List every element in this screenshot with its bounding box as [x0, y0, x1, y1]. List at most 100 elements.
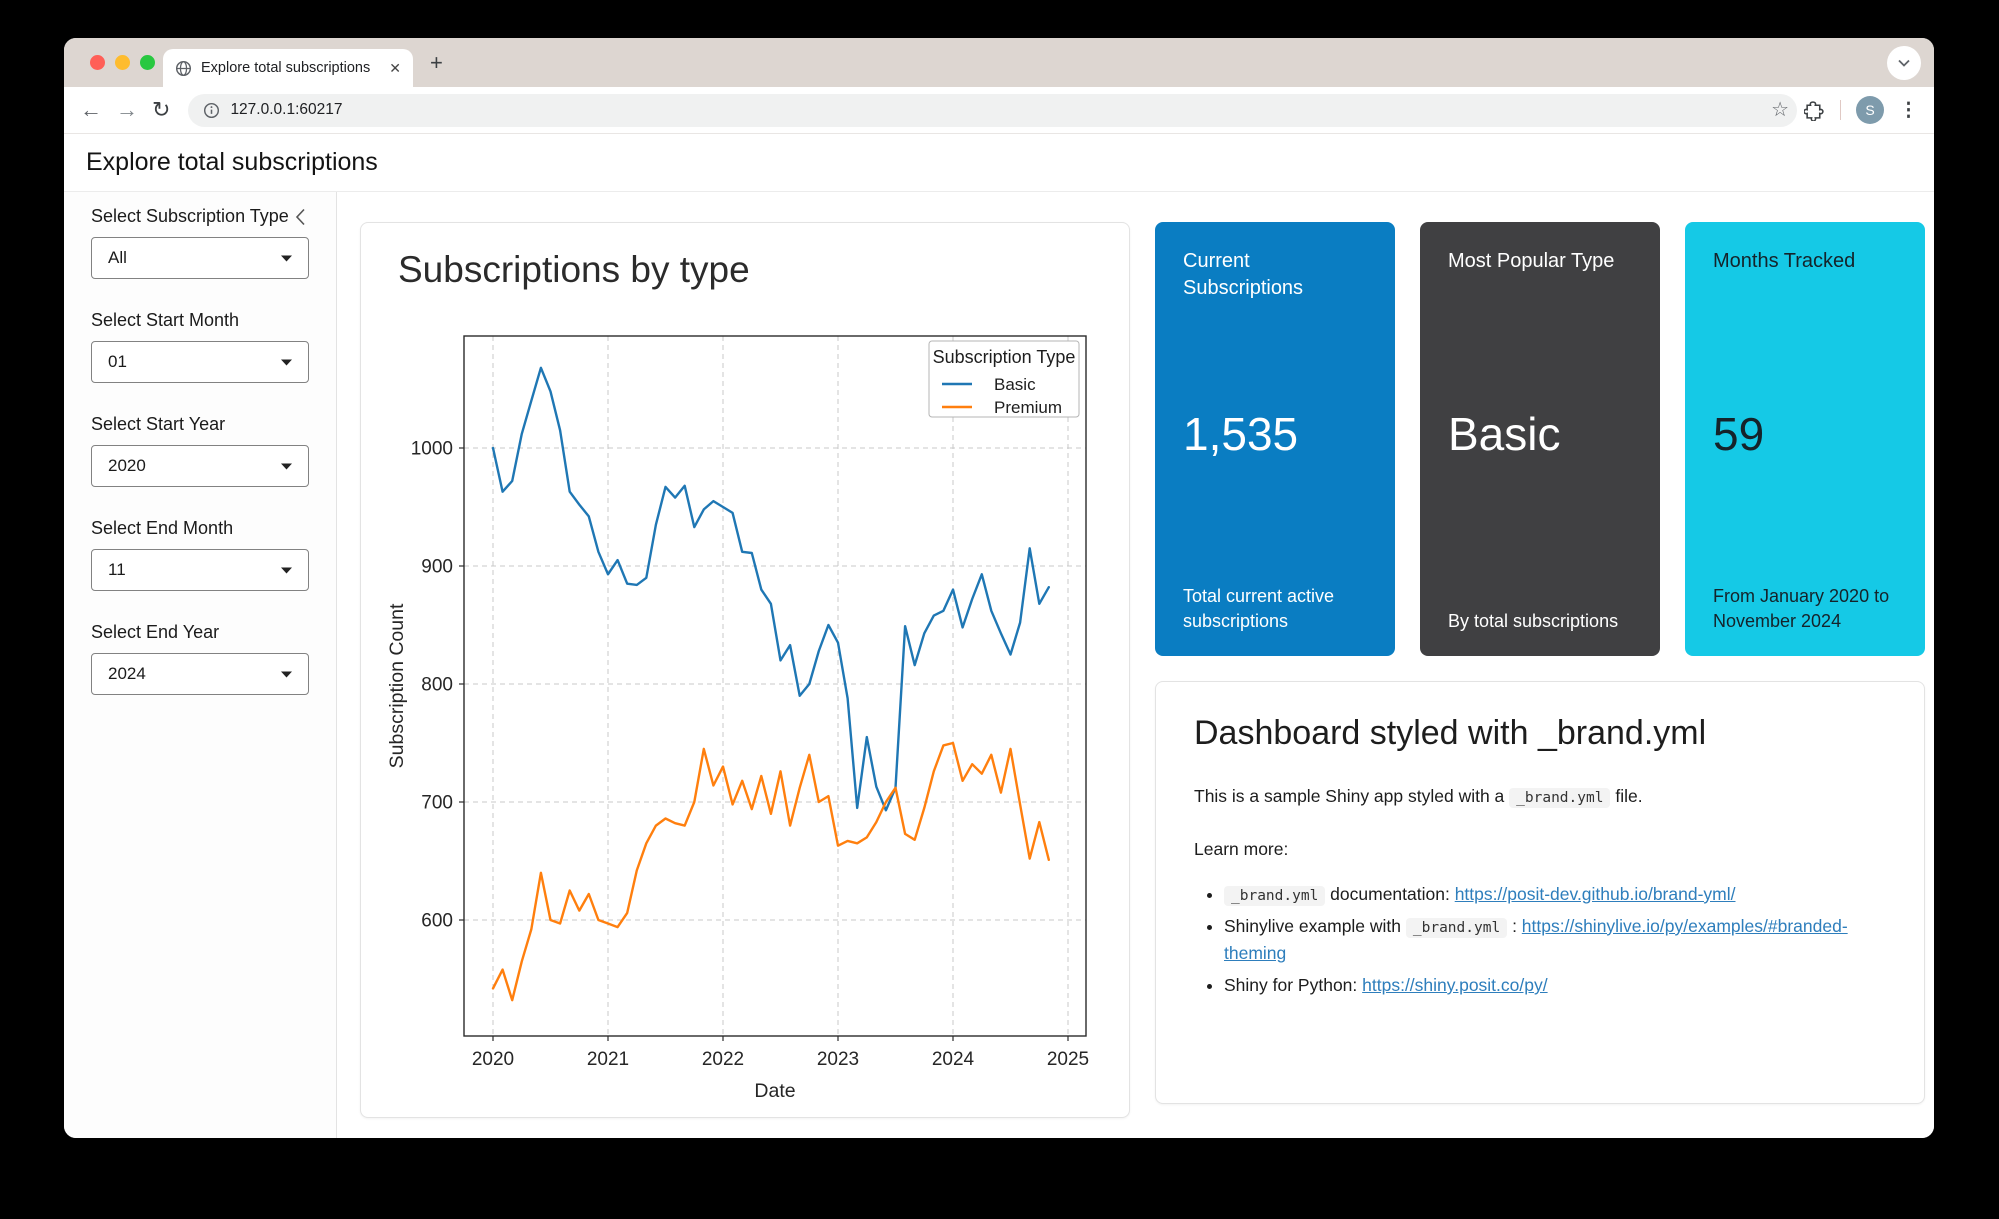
value-box: Most Popular Type Basic By total subscri…: [1420, 222, 1660, 656]
site-info-icon[interactable]: [203, 102, 220, 119]
tab-title: Explore total subscriptions: [201, 60, 380, 76]
tab-search-button[interactable]: [1887, 46, 1921, 80]
start-month-select[interactable]: 01: [91, 341, 309, 383]
select-value: 11: [108, 560, 126, 580]
select-label: Select Subscription Type: [91, 206, 309, 227]
svg-text:2024: 2024: [932, 1049, 975, 1070]
chart-card: Subscriptions by type 202020212022202320…: [360, 222, 1130, 1118]
text-segment: documentation:: [1325, 884, 1454, 904]
value-box-value: Basic: [1448, 407, 1560, 461]
svg-text:2023: 2023: [817, 1049, 859, 1070]
text-segment: Shiny for Python:: [1224, 975, 1362, 995]
bookmark-star-icon[interactable]: ☆: [1771, 100, 1789, 120]
control-start-month: Select Start Month 01: [91, 310, 309, 383]
minimize-window-button[interactable]: [115, 55, 130, 70]
subscriptions-line-chart: 2020202120222023202420256007008009001000…: [361, 223, 1131, 1119]
control-start-year: Select Start Year 2020: [91, 414, 309, 487]
extensions-icon[interactable]: [1804, 100, 1825, 121]
maximize-window-button[interactable]: [140, 55, 155, 70]
app-body: Select Subscription Type All Select Star…: [64, 192, 1934, 1138]
toolbar-actions: ☆ S ⋮: [1815, 96, 1918, 124]
svg-text:Date: Date: [754, 1080, 795, 1102]
value-box-value: 1,535: [1183, 407, 1298, 461]
chevron-down-icon: [281, 671, 292, 678]
close-window-button[interactable]: [90, 55, 105, 70]
select-value: 2024: [108, 664, 146, 684]
reload-icon[interactable]: ↻: [152, 99, 170, 121]
info-card: Dashboard styled with _brand.yml This is…: [1155, 681, 1925, 1104]
sidebar-collapse-button[interactable]: [295, 208, 306, 231]
select-label: Select End Month: [91, 518, 309, 539]
svg-text:2021: 2021: [587, 1049, 629, 1070]
page-title: Explore total subscriptions: [64, 134, 1934, 192]
chevron-left-icon: [295, 208, 306, 226]
external-link[interactable]: https://shiny.posit.co/py/: [1362, 975, 1547, 995]
window-controls: [90, 55, 155, 70]
links-list: _brand.yml documentation: https://posit-…: [1194, 881, 1886, 1000]
tab-strip: Explore total subscriptions ✕ +: [64, 38, 1934, 87]
start-year-select[interactable]: 2020: [91, 445, 309, 487]
chevron-down-icon: [281, 359, 292, 366]
svg-text:Subscription Count: Subscription Count: [386, 603, 408, 768]
select-value: 01: [108, 352, 127, 372]
list-item: Shiny for Python: https://shiny.posit.co…: [1224, 972, 1886, 999]
svg-text:Basic: Basic: [994, 375, 1036, 394]
text-segment: This is a sample Shiny app styled with a: [1194, 786, 1509, 806]
value-box: Months Tracked 59 From January 2020 to N…: [1685, 222, 1925, 656]
inline-code-chip: _brand.yml: [1509, 788, 1610, 808]
svg-text:600: 600: [421, 911, 453, 932]
browser-toolbar: ← → ↻ 127.0.0.1:60217 ☆ S ⋮: [64, 87, 1934, 134]
info-card-intro: This is a sample Shiny app styled with a…: [1194, 783, 1886, 810]
svg-text:2025: 2025: [1047, 1049, 1089, 1070]
globe-favicon-icon: [175, 60, 192, 77]
info-card-heading: Dashboard styled with _brand.yml: [1194, 714, 1886, 753]
value-box: Current Subscriptions 1,535 Total curren…: [1155, 222, 1395, 656]
value-box-title: Most Popular Type: [1448, 248, 1632, 275]
inline-code-chip: _brand.yml: [1406, 918, 1507, 938]
back-icon[interactable]: ←: [80, 99, 102, 121]
svg-text:Premium: Premium: [994, 398, 1062, 417]
select-label: Select Start Year: [91, 414, 309, 435]
value-box-caption: By total subscriptions: [1448, 609, 1638, 634]
forward-icon[interactable]: →: [116, 99, 138, 121]
value-box-caption: Total current active subscriptions: [1183, 584, 1373, 634]
list-item: Shinylive example with _brand.yml : http…: [1224, 913, 1886, 967]
profile-avatar[interactable]: S: [1856, 96, 1884, 124]
menu-kebab-icon[interactable]: ⋮: [1899, 99, 1918, 122]
sidebar: Select Subscription Type All Select Star…: [64, 192, 337, 1138]
chevron-down-icon: [1898, 59, 1910, 67]
tab-close-icon[interactable]: ✕: [389, 61, 401, 75]
main-content: Subscriptions by type 202020212022202320…: [337, 192, 1934, 1138]
svg-text:700: 700: [421, 793, 453, 814]
value-box-value: 59: [1713, 407, 1764, 461]
control-subscription-type: Select Subscription Type All: [91, 206, 309, 279]
end-year-select[interactable]: 2024: [91, 653, 309, 695]
svg-text:Subscription Type: Subscription Type: [933, 347, 1076, 367]
url-text: 127.0.0.1:60217: [230, 101, 342, 119]
browser-tab[interactable]: Explore total subscriptions ✕: [163, 49, 413, 87]
chevron-down-icon: [281, 463, 292, 470]
svg-text:2022: 2022: [702, 1049, 744, 1070]
text-segment: Shinylive example with: [1224, 916, 1406, 936]
select-value: All: [108, 248, 127, 268]
screenshot-stage: Explore total subscriptions ✕ + ← → ↻: [0, 0, 1999, 1219]
end-month-select[interactable]: 11: [91, 549, 309, 591]
toolbar-divider: [1840, 100, 1841, 120]
select-label: Select Start Month: [91, 310, 309, 331]
svg-text:2020: 2020: [472, 1049, 514, 1070]
inline-code-chip: _brand.yml: [1224, 886, 1325, 906]
learn-more-label: Learn more:: [1194, 836, 1886, 863]
text-segment: :: [1507, 916, 1522, 936]
value-box-title: Current Subscriptions: [1183, 248, 1367, 302]
browser-window: Explore total subscriptions ✕ + ← → ↻: [64, 38, 1934, 1138]
svg-text:800: 800: [421, 675, 453, 696]
url-bar[interactable]: 127.0.0.1:60217: [188, 94, 1797, 127]
select-label: Select End Year: [91, 622, 309, 643]
right-column: Current Subscriptions 1,535 Total curren…: [1155, 222, 1925, 1138]
value-box-title: Months Tracked: [1713, 248, 1897, 275]
select-value: 2020: [108, 456, 146, 476]
new-tab-button[interactable]: +: [430, 52, 443, 74]
subscription-type-select[interactable]: All: [91, 237, 309, 279]
external-link[interactable]: https://posit-dev.github.io/brand-yml/: [1455, 884, 1736, 904]
svg-text:1000: 1000: [411, 439, 453, 460]
